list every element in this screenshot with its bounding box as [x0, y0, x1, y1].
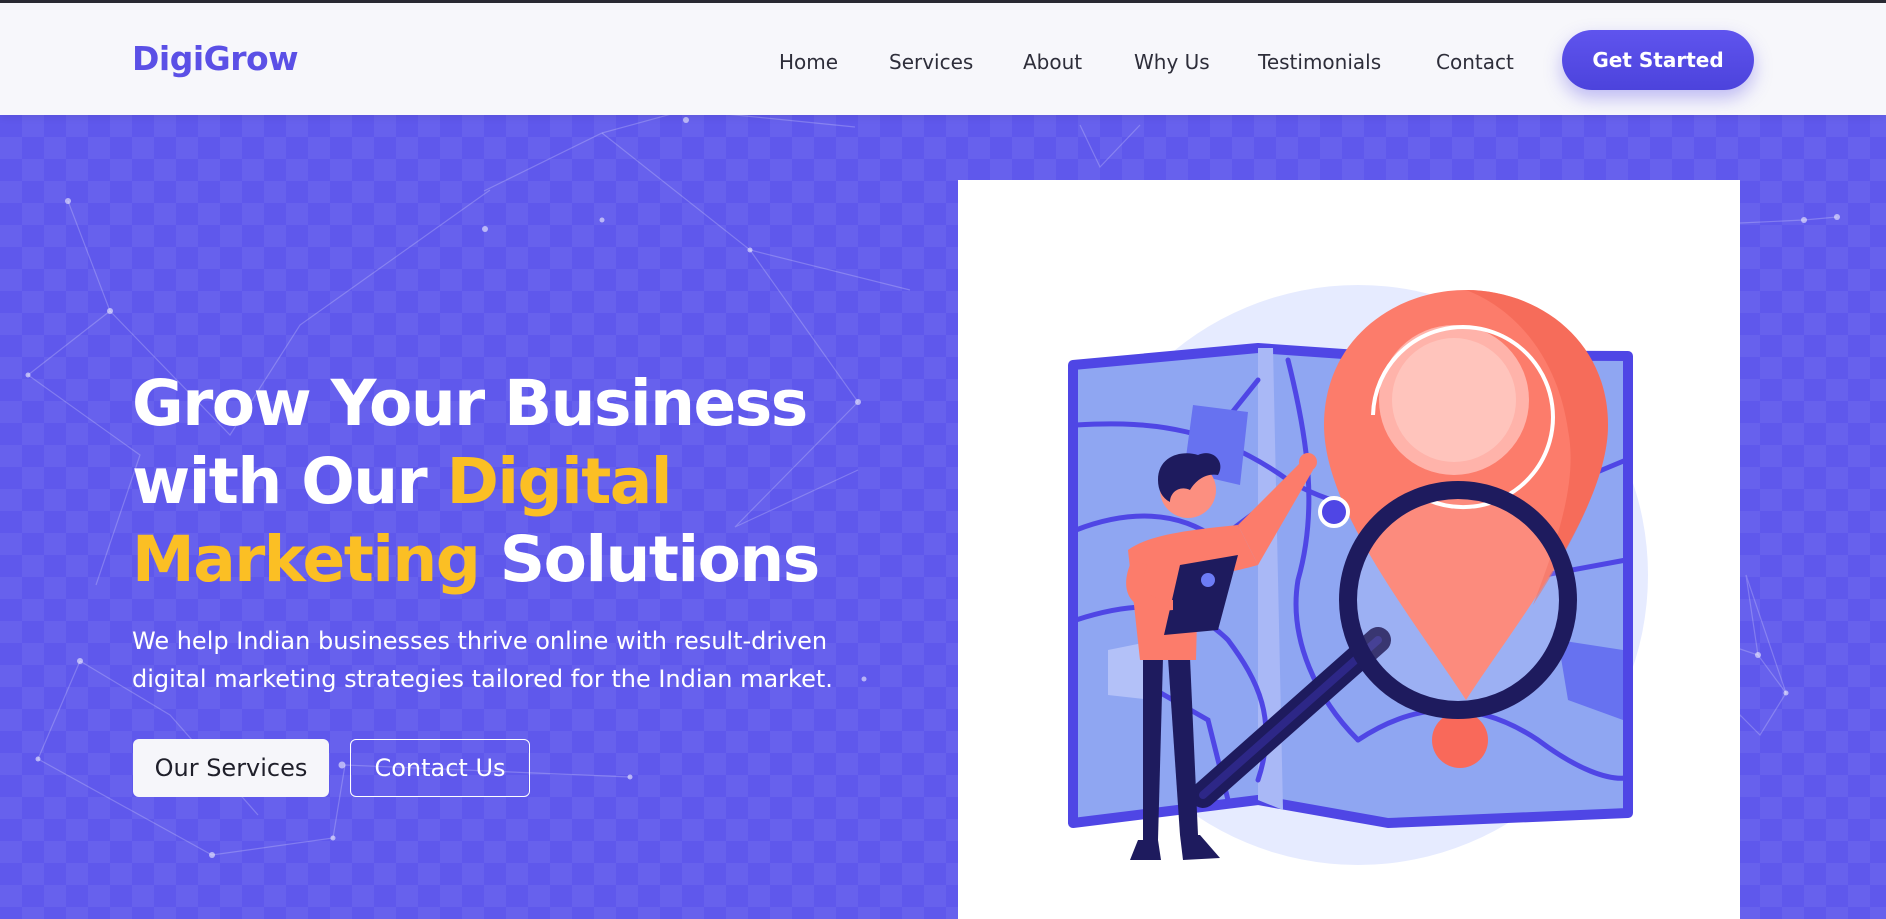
nav-home[interactable]: Home [779, 50, 838, 74]
nav-contact[interactable]: Contact [1436, 50, 1514, 74]
our-services-button[interactable]: Our Services [133, 739, 329, 797]
hero-section: Grow Your Business with Our Digital Mark… [0, 115, 1886, 919]
nav-about[interactable]: About [1023, 50, 1082, 74]
get-started-button[interactable]: Get Started [1562, 30, 1754, 90]
hero-headline: Grow Your Business with Our Digital Mark… [132, 365, 892, 599]
nav-why-us[interactable]: Why Us [1134, 50, 1210, 74]
nav-testimonials[interactable]: Testimonials [1258, 50, 1381, 74]
hero-subtitle: We help Indian businesses thrive online … [132, 627, 833, 693]
contact-us-button[interactable]: Contact Us [350, 739, 530, 797]
nav-services[interactable]: Services [889, 50, 973, 74]
hero-illustration-card [958, 180, 1740, 919]
navbar: DigiGrow Home Services About Why Us Test… [0, 3, 1886, 115]
map-search-illustration [1068, 285, 1648, 865]
headline-part-2: Solutions [479, 523, 820, 596]
